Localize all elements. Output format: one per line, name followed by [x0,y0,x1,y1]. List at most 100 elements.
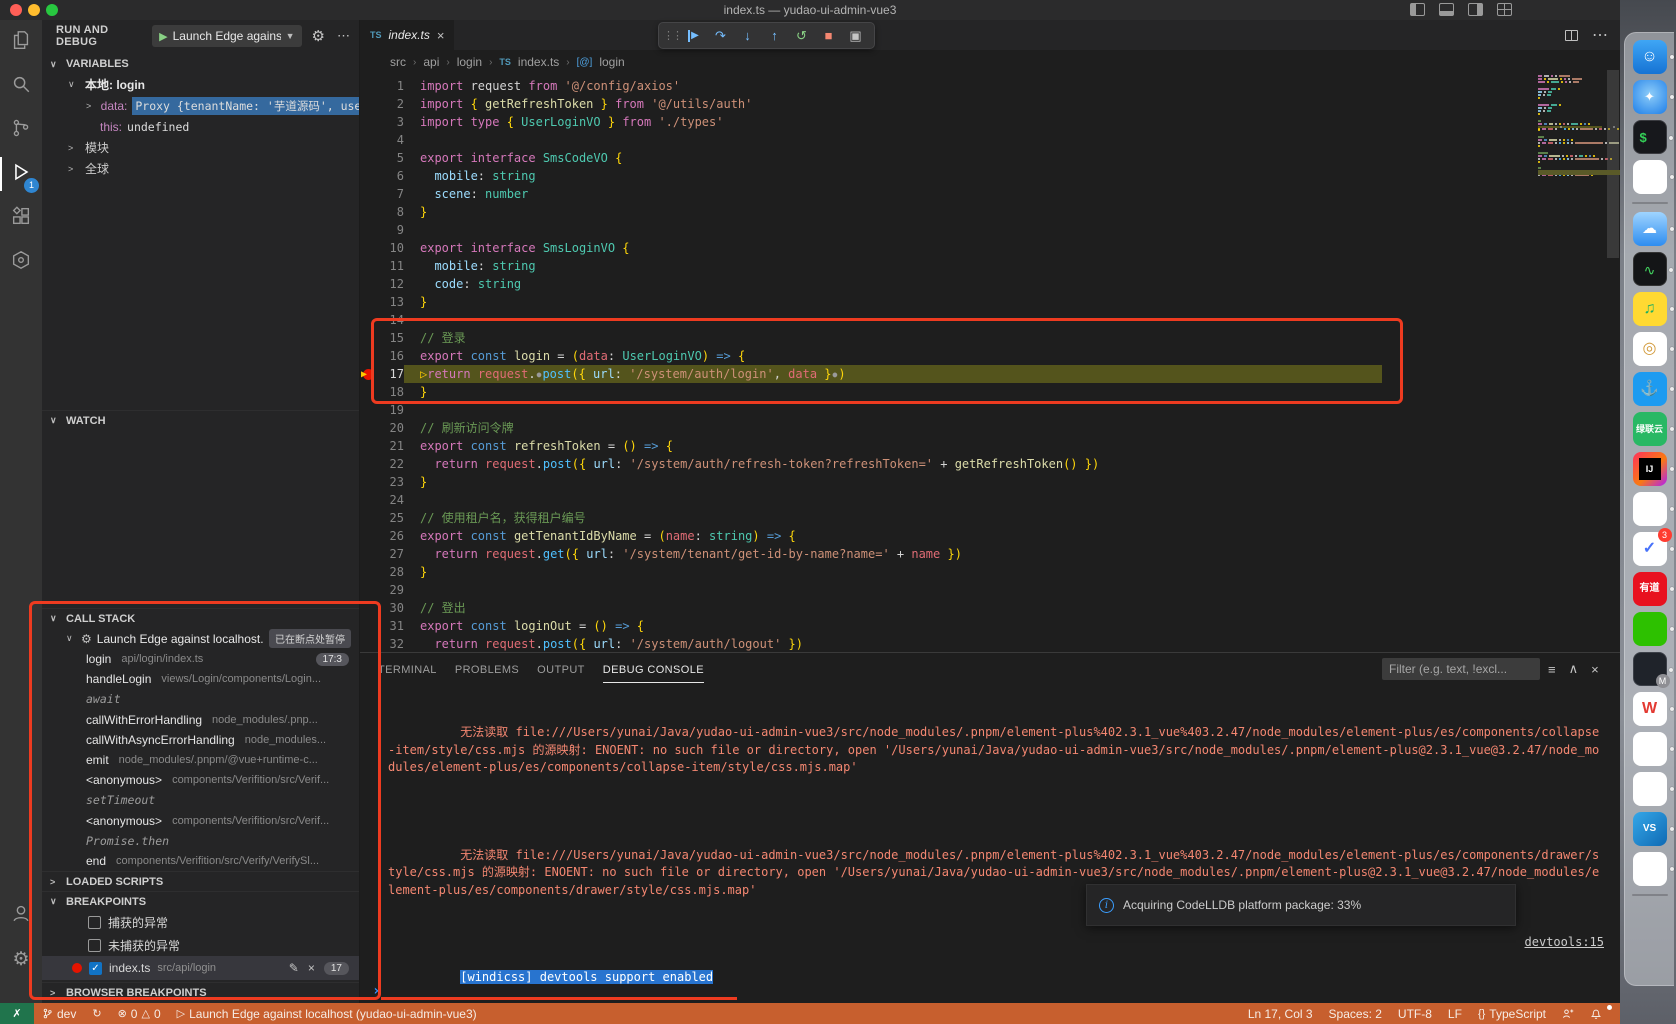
console-filter-input[interactable] [1382,658,1540,680]
panel-tab[interactable]: TERMINAL [378,655,437,683]
breadcrumb-login[interactable]: login [457,55,482,69]
callstack-frame[interactable]: callWithAsyncErrorHandling node_modules.… [42,730,359,750]
debug-session-item[interactable]: ▷ Launch Edge against localhost (yudao-u… [169,1007,485,1021]
breakpoint-gutter[interactable] [360,95,378,113]
variable-row-this[interactable]: this: undefined [42,116,359,137]
callstack-frame[interactable]: emit node_modules/.pnpm/@vue+runtime-c..… [42,750,359,770]
code-line[interactable]: 12 code: string [360,275,1538,293]
breakpoint-gutter[interactable] [360,77,378,95]
code-line[interactable]: 6 mobile: string [360,167,1538,185]
step-out-button[interactable]: ↑ [762,24,787,47]
step-into-button[interactable]: ↓ [735,24,760,47]
panel-tab[interactable]: DEBUG CONSOLE [603,655,704,683]
dock-edge-icon[interactable] [1633,492,1667,526]
breakpoint-gutter[interactable] [360,293,378,311]
dock-chrome3-icon[interactable] [1633,772,1667,806]
problems-item[interactable]: ⊗0 △0 [110,1007,169,1021]
dock-divider[interactable] [1632,894,1668,896]
dock-navicat-icon[interactable]: ◎ [1633,332,1667,366]
breakpoint-gutter[interactable] [360,545,378,563]
accounts-button[interactable] [0,893,42,937]
breakpoint-gutter[interactable] [360,167,378,185]
code-line[interactable]: 29 [360,581,1538,599]
maximize-panel-icon[interactable]: ∧ [1569,661,1579,677]
manage-button[interactable]: ⚙ [0,937,42,981]
scrollbar-thumb[interactable] [1607,70,1619,258]
breakpoint-gutter[interactable] [360,437,378,455]
breakpoint-uncaught-exceptions[interactable]: 未捕获的异常 [42,934,359,956]
code-line[interactable]: 15 // 登录 [360,329,1538,347]
checkbox-checked[interactable]: ✓ [89,962,102,975]
cursor-position-item[interactable]: Ln 17, Col 3 [1240,1007,1321,1021]
breakpoint-gutter[interactable] [360,203,378,221]
console-input-prompt[interactable]: › [372,983,380,999]
dock-wechat-icon[interactable] [1633,612,1667,646]
console-source-link[interactable]: devtools:15 [1525,934,1604,952]
sidebar-item-search[interactable] [0,64,42,108]
dock-finder-icon[interactable]: ☺ [1633,40,1667,74]
callstack-frame[interactable]: await [42,689,359,709]
breakpoint-gutter[interactable] [360,113,378,131]
dock-vscode-icon[interactable]: VS [1633,812,1667,846]
drag-handle-icon[interactable]: ⋮⋮ [665,24,679,47]
eol-item[interactable]: LF [1440,1007,1470,1021]
breakpoint-gutter[interactable] [360,473,378,491]
code-line[interactable]: 1 import request from '@/config/axios' [360,77,1538,95]
breadcrumb-api[interactable]: api [423,55,439,69]
code-line[interactable]: 8 } [360,203,1538,221]
debug-session-row[interactable]: ∨ ⚙ Launch Edge against localhost... 已在断… [42,628,359,649]
code-line[interactable]: 18 } [360,383,1538,401]
breakpoint-gutter[interactable] [360,311,378,329]
browser-breakpoints-section-header[interactable]: > BROWSER BREAKPOINTS [42,982,359,1002]
dock-activity-monitor-icon[interactable]: ∿ [1633,252,1667,286]
code-line[interactable]: 16 export const login = (data: UserLogin… [360,347,1538,365]
dock-cloud-app-icon[interactable]: ☁ [1633,212,1667,246]
variable-row-data[interactable]: > data: Proxy {tenantName: '芋道源码', usern… [42,95,359,116]
checkbox-unchecked[interactable] [88,939,101,952]
more-actions-icon[interactable]: ⋯ [337,28,351,44]
remote-indicator[interactable]: ✗ [0,1003,34,1024]
breakpoint-gutter[interactable] [360,401,378,419]
breadcrumb-symbol-login[interactable]: login [599,55,624,69]
sidebar-item-extra-tool[interactable] [0,240,42,284]
breakpoint-gutter[interactable] [360,563,378,581]
breadcrumb-src[interactable]: src [390,55,406,69]
callstack-frame[interactable]: handleLogin views/Login/components/Login… [42,669,359,689]
breakpoint-gutter[interactable] [360,221,378,239]
dock-qq-music-icon[interactable]: ♫ [1633,292,1667,326]
sidebar-item-extensions[interactable] [0,196,42,240]
breakpoints-section-header[interactable]: ∨ BREAKPOINTS [42,891,359,911]
callstack-frame[interactable]: <anonymous> components/Verifition/src/Ve… [42,770,359,790]
step-over-button[interactable]: ↷ [708,24,733,47]
dock-compass-app-icon[interactable]: ✦ [1633,80,1667,114]
code-line[interactable]: 2 import { getRefreshToken } from '@/uti… [360,95,1538,113]
breakpoint-gutter[interactable] [360,185,378,203]
breakpoint-gutter[interactable] [360,149,378,167]
code-line[interactable]: 32 return request.post({ url: '/system/a… [360,635,1538,653]
callstack-frame[interactable]: end components/Verifition/src/Verify/Ver… [42,851,359,871]
code-line[interactable]: 11 mobile: string [360,257,1538,275]
encoding-item[interactable]: UTF-8 [1390,1007,1440,1021]
loaded-scripts-section-header[interactable]: > LOADED SCRIPTS [42,871,359,891]
code-line[interactable]: 26 export const getTenantIdByName = (nam… [360,527,1538,545]
code-line[interactable]: 21 export const refreshToken = () => { [360,437,1538,455]
code-line[interactable]: 4 [360,131,1538,149]
code-line[interactable]: 24 [360,491,1538,509]
sidebar-item-run-and-debug[interactable]: 1 [0,152,42,196]
edit-breakpoint-icon[interactable]: ✎ [289,961,299,975]
code-line[interactable]: 23 } [360,473,1538,491]
breakpoint-gutter[interactable] [360,617,378,635]
breakpoint-gutter[interactable] [360,599,378,617]
dock-ugreen-cloud-icon[interactable]: 绿联云 [1633,412,1667,446]
dock-wps-icon[interactable]: W [1633,692,1667,726]
breakpoint-gutter[interactable] [360,581,378,599]
language-mode-item[interactable]: {} TypeScript [1470,1007,1554,1021]
close-panel-icon[interactable]: × [1591,662,1599,677]
sidebar-item-source-control[interactable] [0,108,42,152]
code-line[interactable]: 10 export interface SmsLoginVO { [360,239,1538,257]
tab-index-ts[interactable]: TS index.ts × [360,20,455,50]
breakpoint-gutter[interactable] [360,635,378,653]
toggle-panel-icon[interactable] [1439,3,1454,16]
debug-console-output[interactable]: 无法读取 file:///Users/yunai/Java/yudao-ui-a… [360,687,1620,1003]
minimap[interactable] [1538,75,1602,177]
